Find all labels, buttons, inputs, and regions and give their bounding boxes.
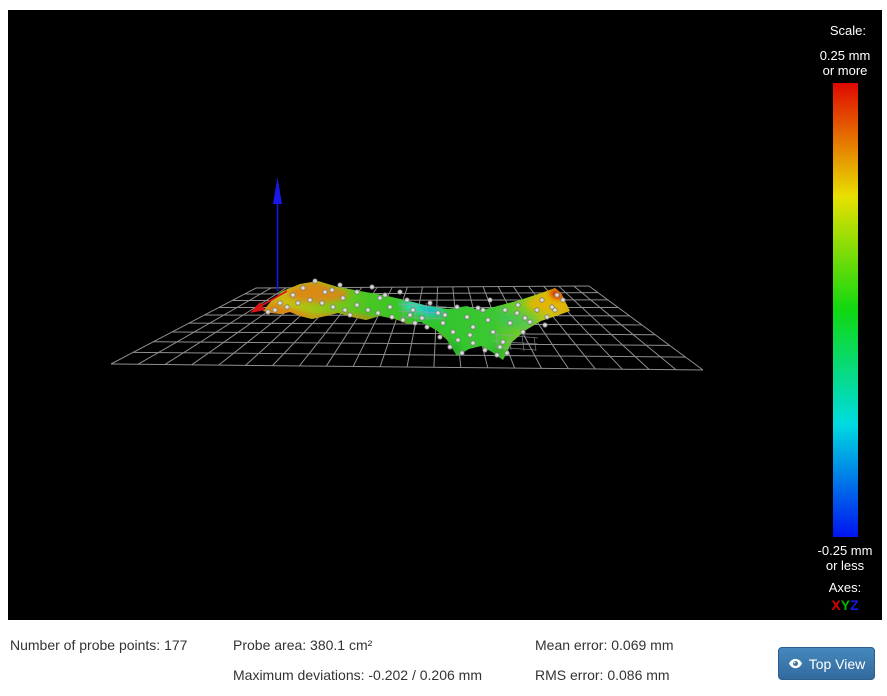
stat-max-deviations: Maximum deviations: -0.202 / 0.206 mm [233, 667, 482, 683]
scale-min-suffix: or less [808, 558, 882, 573]
stat-mean-error: Mean error: 0.069 mm [535, 637, 674, 653]
axis-z-letter: Z [850, 597, 859, 613]
top-view-button[interactable]: Top View [778, 647, 875, 680]
axes-xyz-label: XYZ [808, 598, 882, 613]
scale-min-label: -0.25 mm or less [808, 543, 882, 573]
top-view-button-label: Top View [809, 656, 866, 672]
scale-max-label: 0.25 mm or more [808, 48, 882, 78]
stat-rms-error: RMS error: 0.086 mm [535, 667, 670, 683]
probe-scene-svg[interactable] [8, 10, 882, 620]
axes-title: Axes: [808, 580, 882, 595]
eye-icon [788, 656, 803, 671]
z-axis-arrow [273, 177, 282, 291]
scale-max-value: 0.25 mm [808, 48, 882, 63]
scale-title: Scale: [830, 23, 866, 38]
axis-y-letter: Y [841, 597, 850, 613]
stat-probe-points: Number of probe points: 177 [10, 637, 187, 653]
scale-max-suffix: or more [808, 63, 882, 78]
app-window: Scale: 0.25 mm or more -0.25 mm or less … [0, 0, 887, 696]
axis-x-letter: X [831, 597, 840, 613]
colorbar-gradient [833, 83, 858, 537]
stat-probe-area: Probe area: 380.1 cm² [233, 637, 372, 653]
probe-3d-viewport[interactable]: Scale: 0.25 mm or more -0.25 mm or less … [8, 10, 882, 620]
statusbar: Number of probe points: 177 Probe area: … [0, 620, 887, 696]
scale-min-value: -0.25 mm [808, 543, 882, 558]
